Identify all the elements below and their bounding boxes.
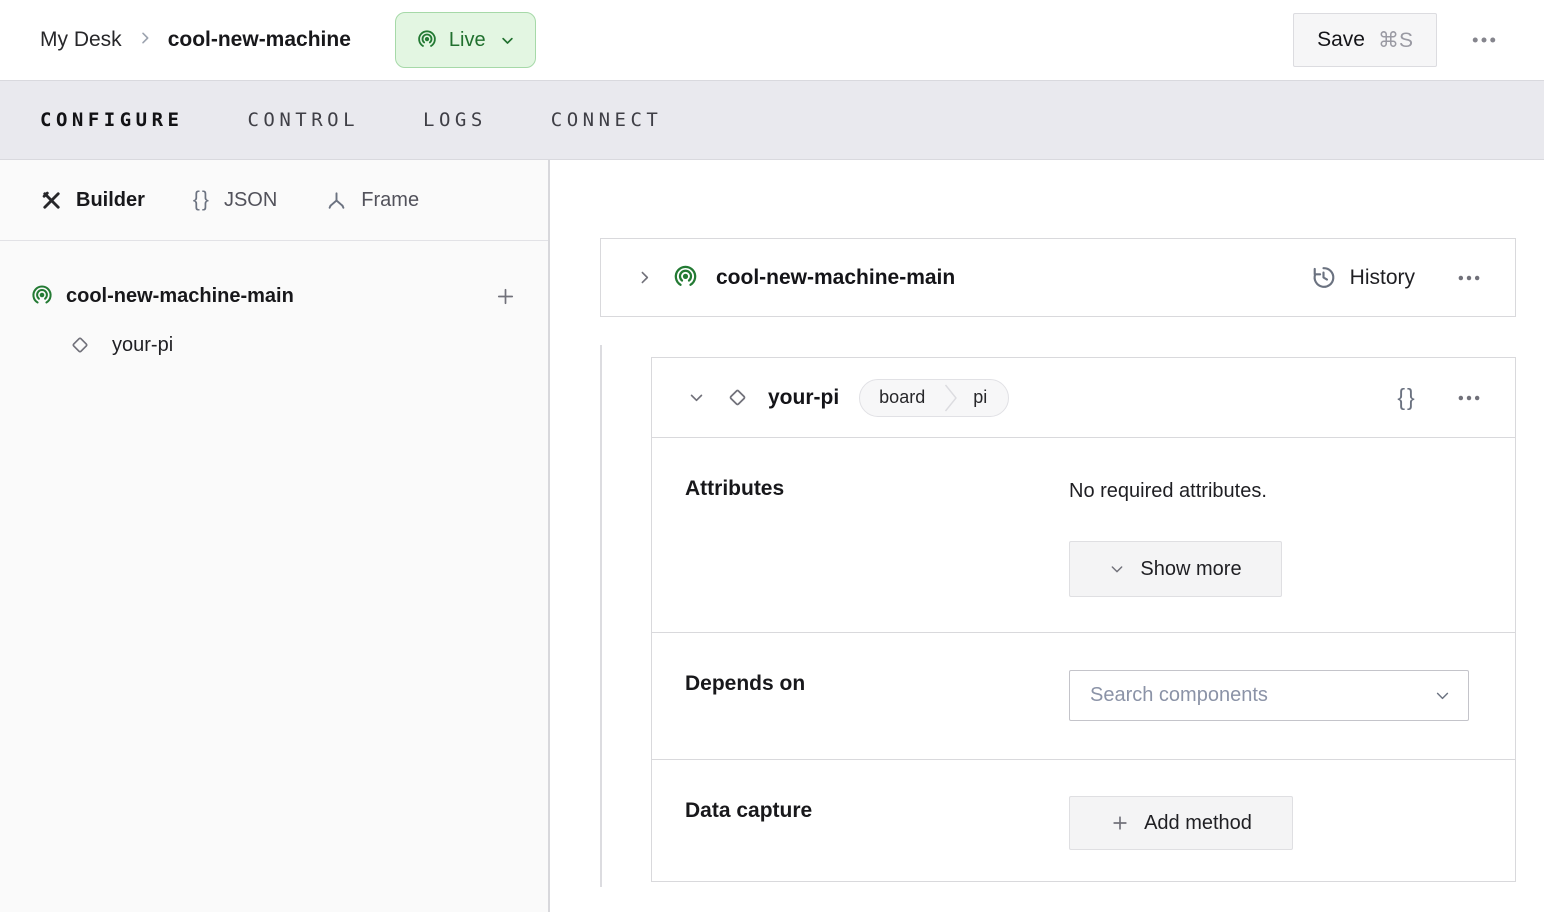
plus-icon [1110, 813, 1130, 833]
depends-on-placeholder: Search components [1090, 684, 1268, 706]
view-tab-frame[interactable]: Frame [325, 189, 419, 212]
status-badge-label: Live [448, 28, 486, 51]
machine-card-title: cool-new-machine-main [716, 265, 956, 289]
show-more-label: Show more [1140, 557, 1242, 580]
component-tree: cool-new-machine-main your-pi [0, 241, 548, 368]
view-tab-label: JSON [223, 188, 278, 211]
add-method-button[interactable]: Add method [1069, 796, 1293, 850]
config-view-tabs: Builder {} JSON Frame [0, 160, 548, 241]
breadcrumb-parent[interactable]: My Desk [40, 28, 122, 52]
braces-icon: {} [1397, 384, 1417, 410]
history-button-label: History [1349, 265, 1415, 289]
builder-tools-icon [40, 189, 63, 212]
attributes-empty-text: No required attributes. [1069, 480, 1267, 502]
component-card-your-pi: your-pi board pi {} Attributes No requir… [651, 357, 1516, 882]
plus-icon [494, 285, 517, 308]
add-component-button[interactable] [490, 281, 520, 311]
tab-configure[interactable]: CONFIGURE [40, 109, 183, 131]
json-view-button[interactable]: {} [1389, 380, 1425, 416]
attributes-section: Attributes No required attributes. Show … [652, 438, 1515, 632]
view-tab-builder[interactable]: Builder [40, 189, 145, 212]
ellipsis-icon [1469, 25, 1499, 55]
data-capture-section: Data capture Add method [652, 759, 1515, 883]
breadcrumb-current: cool-new-machine [167, 28, 351, 51]
machine-live-icon [416, 29, 438, 51]
primary-nav: CONFIGURE CONTROL LOGS CONNECT [0, 81, 1544, 160]
component-type: board [879, 387, 926, 407]
ellipsis-icon [1455, 264, 1483, 292]
frame-axes-icon [325, 189, 348, 212]
braces-icon: {} [192, 188, 211, 211]
component-card-menu-button[interactable] [1449, 378, 1489, 418]
data-capture-label: Data capture [685, 799, 813, 822]
tree-indent-line [600, 345, 602, 887]
history-icon [1310, 264, 1337, 291]
app-header: My Desk cool-new-machine Live Save ⌘S [0, 0, 1544, 81]
component-diamond-icon [68, 333, 92, 357]
chevron-down-icon [1434, 687, 1451, 704]
view-tab-label: Builder [76, 188, 145, 211]
show-more-button[interactable]: Show more [1069, 541, 1282, 597]
chevron-down-icon [688, 389, 705, 406]
tree-item-your-pi[interactable]: your-pi [0, 322, 548, 368]
tree-item-label: cool-new-machine-main [66, 284, 294, 307]
view-tab-json[interactable]: {} JSON [193, 188, 277, 212]
component-type-badge: board pi [859, 378, 1010, 417]
machine-live-icon [672, 264, 699, 291]
depends-on-select[interactable]: Search components [1069, 670, 1469, 721]
add-method-label: Add method [1144, 811, 1252, 834]
save-button[interactable]: Save ⌘S [1293, 13, 1437, 67]
tab-connect[interactable]: CONNECT [551, 109, 663, 131]
header-menu-button[interactable] [1462, 18, 1506, 62]
machine-card: cool-new-machine-main History [600, 238, 1516, 317]
config-sidebar: Builder {} JSON Frame cool-new-machine-m… [0, 160, 550, 912]
component-model: pi [973, 387, 988, 407]
save-button-label: Save [1317, 28, 1365, 51]
breadcrumb: My Desk cool-new-machine [40, 28, 351, 52]
tree-item-machine[interactable]: cool-new-machine-main [0, 270, 548, 322]
ellipsis-icon [1455, 384, 1483, 412]
tab-control[interactable]: CONTROL [247, 109, 359, 131]
breadcrumb-separator-icon [137, 28, 153, 52]
history-button[interactable]: History [1310, 264, 1415, 291]
component-card-header: your-pi board pi {} [652, 358, 1515, 438]
view-tab-label: Frame [361, 188, 420, 211]
expand-machine-card-button[interactable] [631, 265, 657, 291]
badge-separator-icon [944, 380, 958, 416]
attributes-label: Attributes [685, 477, 785, 500]
save-shortcut: ⌘S [1377, 28, 1413, 52]
machine-status-badge[interactable]: Live [394, 12, 536, 68]
depends-on-label: Depends on [685, 672, 806, 695]
chevron-down-icon [1109, 561, 1125, 577]
chevron-right-icon [636, 269, 653, 286]
depends-on-section: Depends on Search components [652, 632, 1515, 759]
tree-item-label: your-pi [112, 333, 174, 356]
machine-live-icon [30, 284, 54, 308]
component-card-title: your-pi [768, 385, 840, 409]
component-diamond-icon [725, 385, 750, 410]
chevron-down-icon [500, 33, 515, 48]
collapse-component-card-button[interactable] [683, 385, 709, 411]
machine-card-menu-button[interactable] [1449, 258, 1489, 298]
tab-logs[interactable]: LOGS [423, 109, 487, 131]
